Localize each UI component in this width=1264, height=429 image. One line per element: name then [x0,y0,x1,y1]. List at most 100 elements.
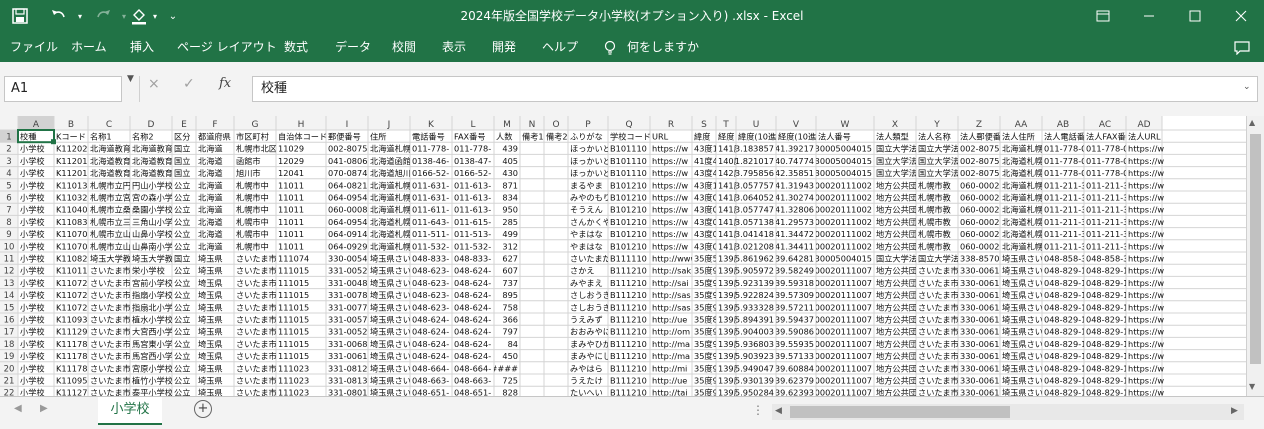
cell[interactable]: 0138-46- [412,156,449,166]
cell[interactable]: 330-0061 [960,266,999,276]
column-header[interactable]: R [668,120,674,130]
cell[interactable]: さいたま市 [90,290,131,300]
cell[interactable]: 11029 [278,144,304,154]
cell[interactable]: 北海道旭川 [370,168,411,178]
cell[interactable]: 地方公共団 [876,290,917,300]
cell[interactable]: 北海道札幌 [1002,144,1043,154]
cell[interactable]: K11095 [56,376,87,386]
row-header[interactable]: 17 [4,328,15,338]
cell[interactable]: 埼玉県さい [370,254,411,264]
cell[interactable]: 北海道教育 [132,144,173,154]
cell[interactable]: さいたま市 [236,351,277,361]
cell[interactable]: 048-624- [454,351,491,361]
cell[interactable]: 公立 [174,290,190,300]
maximize-icon[interactable] [1172,0,1218,32]
cell[interactable]: 国立大学法 [918,156,959,166]
cell[interactable]: 011-532- [412,241,449,251]
column-header[interactable]: E [181,120,187,130]
cell[interactable]: 国立大学法 [918,254,959,264]
row-header[interactable]: 15 [4,303,15,313]
cell[interactable]: 北海道札幌 [1002,193,1043,203]
cell[interactable]: 円山小学校 [132,180,173,190]
cell[interactable]: 小学校 [20,363,45,373]
cell[interactable]: 埼玉県さい [370,327,411,337]
worksheet[interactable]: A B C D E F G H I J K L M N O P Q R S T U V W X Y Z AA AB AC AD 1 2 3 4 5 6… [0,116,1264,396]
cell[interactable]: 35.903923 [730,351,774,361]
cell[interactable]: 331-0052 [328,266,367,276]
cell[interactable]: さいたま市 [918,327,959,337]
cell[interactable]: 札幌市中 [236,193,269,203]
cell[interactable]: 048-829-1 [1044,388,1086,396]
cell[interactable]: https://w [1128,290,1164,300]
cell[interactable]: 公立 [174,266,190,276]
cell[interactable]: http://om [652,327,690,337]
cell[interactable]: 公立 [174,327,190,337]
cell[interactable]: 002-8075 [960,156,999,166]
cell[interactable]: 11011 [278,193,304,203]
cell[interactable]: 139.57211 [770,302,814,312]
cell[interactable]: https://w [1128,376,1164,386]
cell[interactable]: 経度 [718,132,734,142]
cell[interactable]: B101210 [610,217,647,227]
cell[interactable]: 北海道 [198,168,223,178]
tab-data[interactable]: データ [335,32,371,62]
cell[interactable]: https://w [1128,241,1164,251]
cell[interactable]: 43度1 [694,180,718,190]
cell[interactable]: 627 [502,254,518,264]
cell[interactable]: うえたけ [570,376,603,386]
cell[interactable]: 35.930139 [730,376,774,386]
cell[interactable]: 331-0048 [328,278,367,288]
cell[interactable]: K11127 [56,388,87,396]
cell[interactable]: Kコード [56,132,86,142]
cell[interactable]: K11072 [56,290,87,300]
fill-dropdown-icon[interactable]: ▾ [150,0,160,32]
cell[interactable]: まみやにし [570,351,611,361]
cell[interactable]: 048-829-1 [1086,339,1128,349]
cell[interactable]: 北海道 [198,193,223,203]
cell[interactable]: 35.933328 [730,302,774,312]
cell[interactable]: B111210 [610,302,647,312]
cell[interactable]: 011-513- [454,229,491,239]
cell[interactable]: 43.057138 [730,217,774,227]
cell[interactable]: 330-0061 [960,363,999,373]
column-header[interactable]: S [701,120,707,130]
cell[interactable]: B111210 [610,376,647,386]
cell[interactable]: 埼玉県さい [1002,254,1043,264]
column-header[interactable]: X [892,120,898,130]
cell[interactable]: 111015 [278,302,309,312]
cell[interactable]: 35.861962 [730,254,774,264]
cell[interactable]: 011-211-3 [1086,241,1128,251]
cell[interactable]: B111210 [610,315,647,325]
cell[interactable]: https://w [1128,266,1164,276]
cell[interactable]: 国立 [174,144,190,154]
cell[interactable]: 048-664- [412,363,449,373]
cell[interactable]: 北海道教育 [132,168,173,178]
cell[interactable]: さいたま市 [918,363,959,373]
cell[interactable]: 139.62379 [770,376,814,386]
row-header[interactable]: 9 [6,230,11,240]
cell[interactable]: 950 [502,205,518,215]
expand-formula-icon[interactable]: ⌄ [1243,82,1251,92]
row-header[interactable]: 18 [4,340,15,350]
cell[interactable]: http://tai [652,388,688,396]
cell[interactable]: 139.59086 [770,327,814,337]
cell[interactable]: 43度4 [694,168,718,178]
cell[interactable]: 285 [502,217,518,227]
column-header[interactable]: AB [1057,120,1069,130]
cell[interactable]: 函館市 [236,156,261,166]
vertical-scrollbar[interactable]: ▲ ▼ [1246,116,1264,396]
scroll-left-icon[interactable]: ◀ [775,406,782,416]
cell[interactable]: 埼玉県 [198,278,223,288]
cell[interactable]: 埼玉県さい [1002,376,1043,386]
cell[interactable]: K11093 [56,315,87,325]
cell[interactable]: 871 [502,180,518,190]
cell[interactable]: 011-615- [454,217,491,227]
cell[interactable]: 011-211-3 [1086,193,1128,203]
cell[interactable]: 41度4 [694,156,718,166]
cell[interactable]: 048-624- [412,315,449,325]
cell[interactable]: 小学校 [20,180,45,190]
comment-icon[interactable] [1234,32,1250,62]
cell[interactable]: 埼玉県 [198,254,223,264]
cell[interactable]: 地方公共団 [876,205,917,215]
cell[interactable]: FAX番号 [454,132,486,142]
